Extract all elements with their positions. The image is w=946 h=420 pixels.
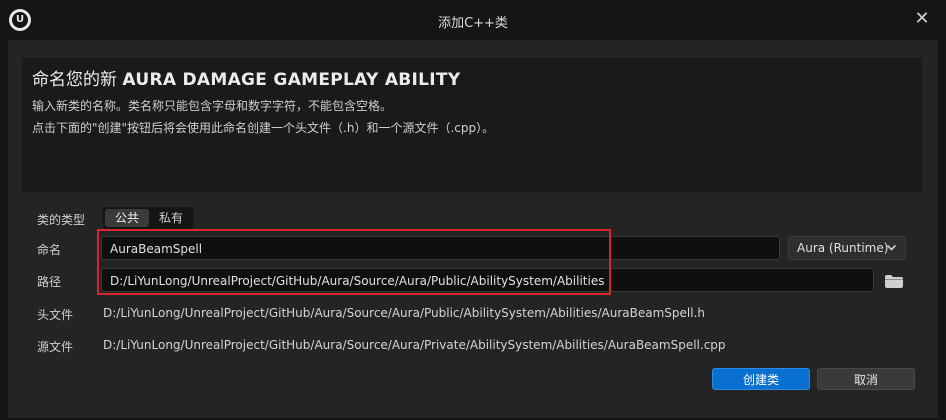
module-dropdown-value: Aura (Runtime) [797, 241, 889, 255]
path-label: 路径 [37, 275, 62, 289]
window-title: 添加C++类 [438, 16, 508, 31]
chevron-down-icon [886, 237, 897, 267]
class-type-public-button[interactable]: 公共 [105, 209, 149, 227]
create-class-button[interactable]: 创建类 [712, 368, 810, 390]
description-line-2: 点击下面的"创建"按钮后将会使用此命名创建一个头文件（.h）和一个源文件（.cp… [32, 121, 495, 135]
class-type-toggle: 公共 私有 [103, 207, 193, 229]
folder-icon[interactable] [885, 273, 903, 288]
class-name-input[interactable]: AuraBeamSpell [101, 236, 780, 260]
header-file-label: 头文件 [37, 308, 74, 322]
header-file-path: D:/LiYunLong/UnrealProject/GitHub/Aura/S… [103, 306, 705, 320]
source-file-label: 源文件 [37, 340, 74, 354]
heading-class-name: AURA DAMAGE GAMEPLAY ABILITY [122, 70, 461, 90]
class-type-label: 类的类型 [37, 213, 86, 227]
heading-prefix: 命名您的新 [32, 70, 117, 90]
cancel-button[interactable]: 取消 [817, 368, 915, 390]
class-type-private-button[interactable]: 私有 [151, 209, 191, 227]
description-line-1: 输入新类的名称。类名称只能包含字母和数字字符，不能包含空格。 [32, 99, 393, 113]
module-dropdown[interactable]: Aura (Runtime) [788, 236, 906, 260]
close-icon[interactable]: ✕ [912, 9, 932, 29]
source-file-path: D:/LiYunLong/UnrealProject/GitHub/Aura/S… [103, 338, 726, 352]
title-bar: U 添加C++类 ✕ [0, 0, 946, 40]
name-label: 命名 [37, 243, 62, 257]
page-title: 命名您的新 AURA DAMAGE GAMEPLAY ABILITY [32, 65, 460, 90]
path-input[interactable]: D:/LiYunLong/UnrealProject/GitHub/Aura/S… [101, 268, 874, 292]
